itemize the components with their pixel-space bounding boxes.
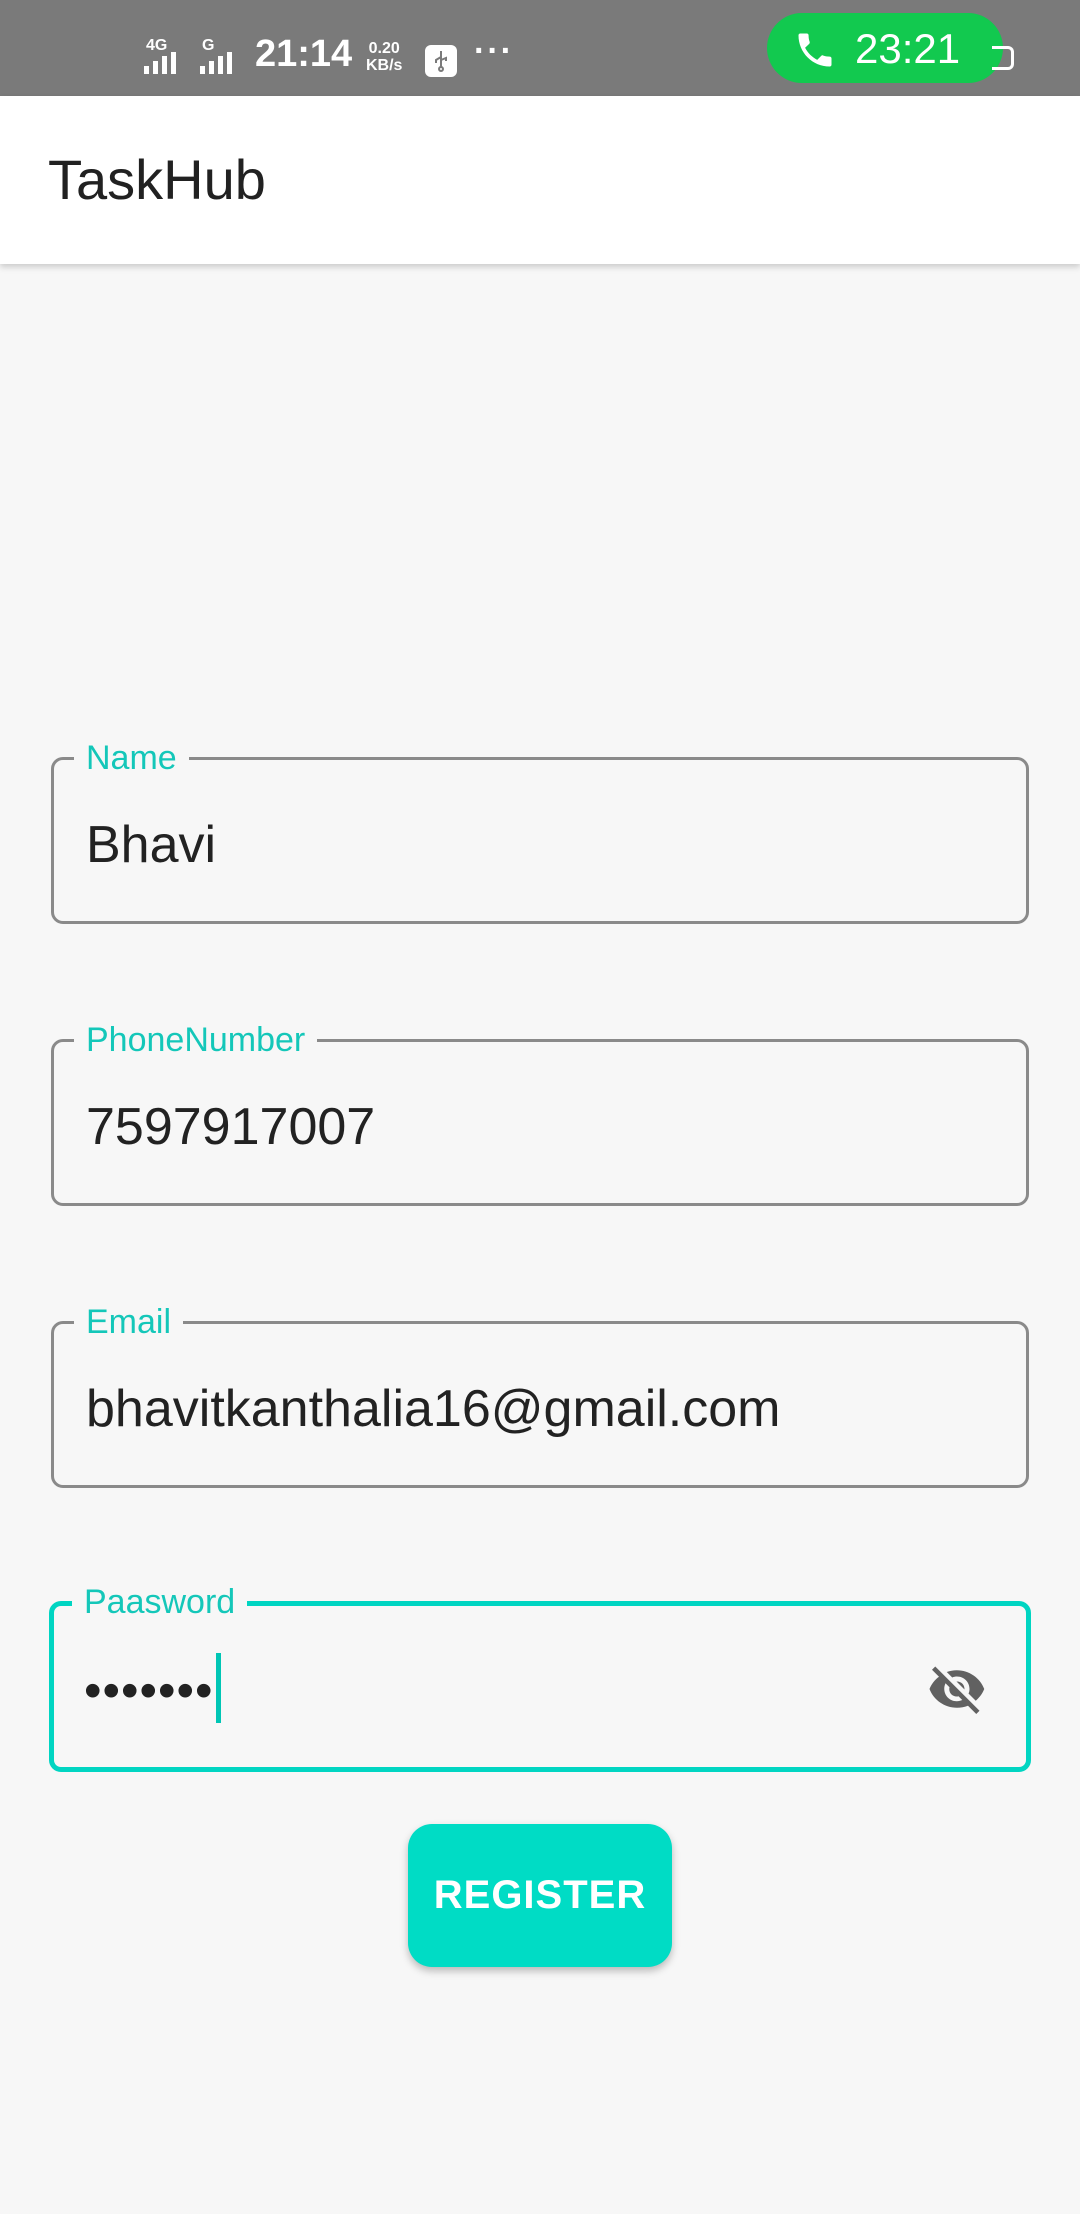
status-time: 21:14 bbox=[255, 33, 353, 75]
name-field[interactable]: Name Bhavi bbox=[51, 738, 1029, 924]
battery-icon bbox=[992, 46, 1014, 70]
more-notifications-icon: ··· bbox=[474, 32, 514, 70]
phone-number-field[interactable]: PhoneNumber 7597917007 bbox=[51, 1020, 1029, 1206]
app-title: TaskHub bbox=[48, 148, 266, 211]
name-field-label: Name bbox=[74, 738, 189, 778]
network-speed-value: 0.20 bbox=[368, 40, 400, 57]
password-field-value[interactable]: ••••••• bbox=[84, 1653, 221, 1729]
name-field-value[interactable]: Bhavi bbox=[86, 815, 216, 875]
password-field-label: Paasword bbox=[72, 1582, 248, 1622]
phone-icon bbox=[798, 33, 832, 67]
text-cursor bbox=[215, 1653, 221, 1723]
network-speed-unit: KB/s bbox=[366, 57, 403, 74]
email-field-value[interactable]: bhavitkanthalia16@gmail.com bbox=[86, 1379, 780, 1439]
signal-4g-icon: 4G bbox=[144, 38, 188, 74]
phone-number-field-value[interactable]: 7597917007 bbox=[86, 1097, 375, 1157]
call-duration: 23:21 bbox=[855, 25, 961, 72]
email-field[interactable]: Email bhavitkanthalia16@gmail.com bbox=[51, 1302, 1029, 1488]
visibility-off-icon[interactable] bbox=[920, 1659, 994, 1719]
signal-g-icon: G bbox=[200, 38, 244, 74]
app-bar: TaskHub bbox=[0, 96, 1080, 264]
email-field-label: Email bbox=[74, 1302, 184, 1342]
register-button[interactable]: REGISTER bbox=[408, 1824, 672, 1967]
ongoing-call-pill[interactable]: 23:21 bbox=[767, 13, 1003, 83]
network-speed: 0.20 KB/s bbox=[366, 40, 402, 74]
usb-debug-icon bbox=[425, 45, 457, 77]
phone-number-field-label: PhoneNumber bbox=[74, 1020, 318, 1060]
password-field[interactable]: Paasword ••••••• bbox=[49, 1582, 1031, 1772]
status-bar: 4G G 21:14 0.20 KB/s ··· 23:21 bbox=[0, 0, 1080, 96]
password-masked-text: ••••••• bbox=[84, 1662, 214, 1719]
